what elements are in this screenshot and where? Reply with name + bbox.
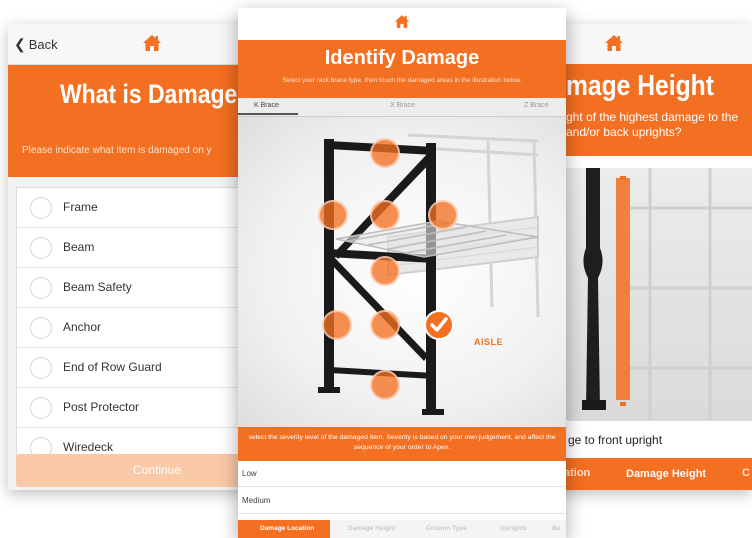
header-banner: Identify Damage Select your rack brace t… xyxy=(238,40,566,98)
radio-button[interactable] xyxy=(30,317,52,339)
chevron-left-icon: ❮ xyxy=(14,36,26,52)
step-column-type[interactable]: Column Type xyxy=(426,525,467,532)
option-label: Beam xyxy=(63,240,95,254)
progress-steps: Damage Location Damage Height Column Typ… xyxy=(238,520,566,538)
identify-damage-screen: Identify Damage Select your rack brace t… xyxy=(238,8,566,538)
step-damage-height[interactable]: Damage Height xyxy=(348,525,395,532)
damage-hotspot[interactable] xyxy=(322,310,352,340)
step-next[interactable]: Ba xyxy=(552,525,560,532)
back-label: Back xyxy=(28,37,58,52)
damage-hotspot[interactable] xyxy=(318,200,348,230)
option-label: Post Protector xyxy=(63,400,140,414)
tab-z-brace[interactable]: Z Brace xyxy=(524,102,549,109)
home-icon[interactable] xyxy=(604,34,624,57)
severity-option-low[interactable]: Low xyxy=(238,461,566,487)
subtitle-line-1: ght of the highest damage to the xyxy=(566,110,739,124)
damage-hotspot[interactable] xyxy=(370,310,400,340)
severity-instructions: select the severity level of the damaged… xyxy=(238,427,566,461)
aisle-label: AISLE xyxy=(474,337,504,347)
page-title: Identify Damage xyxy=(324,47,480,69)
page-subtitle: Select your rack brace type, then touch … xyxy=(282,77,522,84)
home-icon[interactable] xyxy=(394,14,410,34)
step-damage-height[interactable]: Damage Height xyxy=(608,458,748,490)
back-button[interactable]: ❮ Back xyxy=(14,36,58,53)
option-label: End of Row Guard xyxy=(63,360,162,374)
option-label: Anchor xyxy=(63,320,102,334)
damage-hotspot[interactable] xyxy=(370,370,400,400)
selected-answer[interactable]: ge to front upright xyxy=(568,420,752,459)
damage-hotspot[interactable] xyxy=(370,256,400,286)
step-uprights[interactable]: Uprights xyxy=(500,525,527,532)
tab-k-brace[interactable]: K Brace xyxy=(254,102,279,109)
page-subtitle: Please indicate what item is damaged on … xyxy=(22,145,212,156)
page-subtitle: ght of the highest damage to the and/or b… xyxy=(566,110,738,140)
brace-type-tabs: K Brace X Brace Z Brace xyxy=(238,98,566,117)
radio-button[interactable] xyxy=(30,197,52,219)
subtitle-line-2: and/or back uprights? xyxy=(566,125,682,139)
damage-hotspot[interactable] xyxy=(370,200,400,230)
damage-hotspot-selected[interactable] xyxy=(424,310,454,340)
damage-hotspot[interactable] xyxy=(370,138,400,168)
damage-hotspot[interactable] xyxy=(428,200,458,230)
radio-button[interactable] xyxy=(30,397,52,419)
radio-button[interactable] xyxy=(30,357,52,379)
home-icon[interactable] xyxy=(142,34,162,57)
option-label: Frame xyxy=(63,200,98,214)
step-damage-location[interactable]: ation xyxy=(564,467,590,479)
nav-bar xyxy=(238,8,566,40)
tab-x-brace[interactable]: X Brace xyxy=(390,102,415,109)
page-title: mage Height xyxy=(566,70,714,102)
radio-button[interactable] xyxy=(30,237,52,259)
check-icon xyxy=(430,317,448,332)
step-damage-location[interactable]: Damage Location xyxy=(238,520,330,538)
page-title: What is Damaged xyxy=(60,79,252,109)
step-next[interactable]: C xyxy=(742,467,750,479)
active-tab-indicator xyxy=(238,113,298,115)
option-label: Beam Safety xyxy=(63,280,132,294)
severity-option-medium[interactable]: Medium xyxy=(238,488,566,514)
rack-illustration[interactable] xyxy=(238,117,566,427)
option-label: Wiredeck xyxy=(63,440,114,454)
radio-button[interactable] xyxy=(30,277,52,299)
